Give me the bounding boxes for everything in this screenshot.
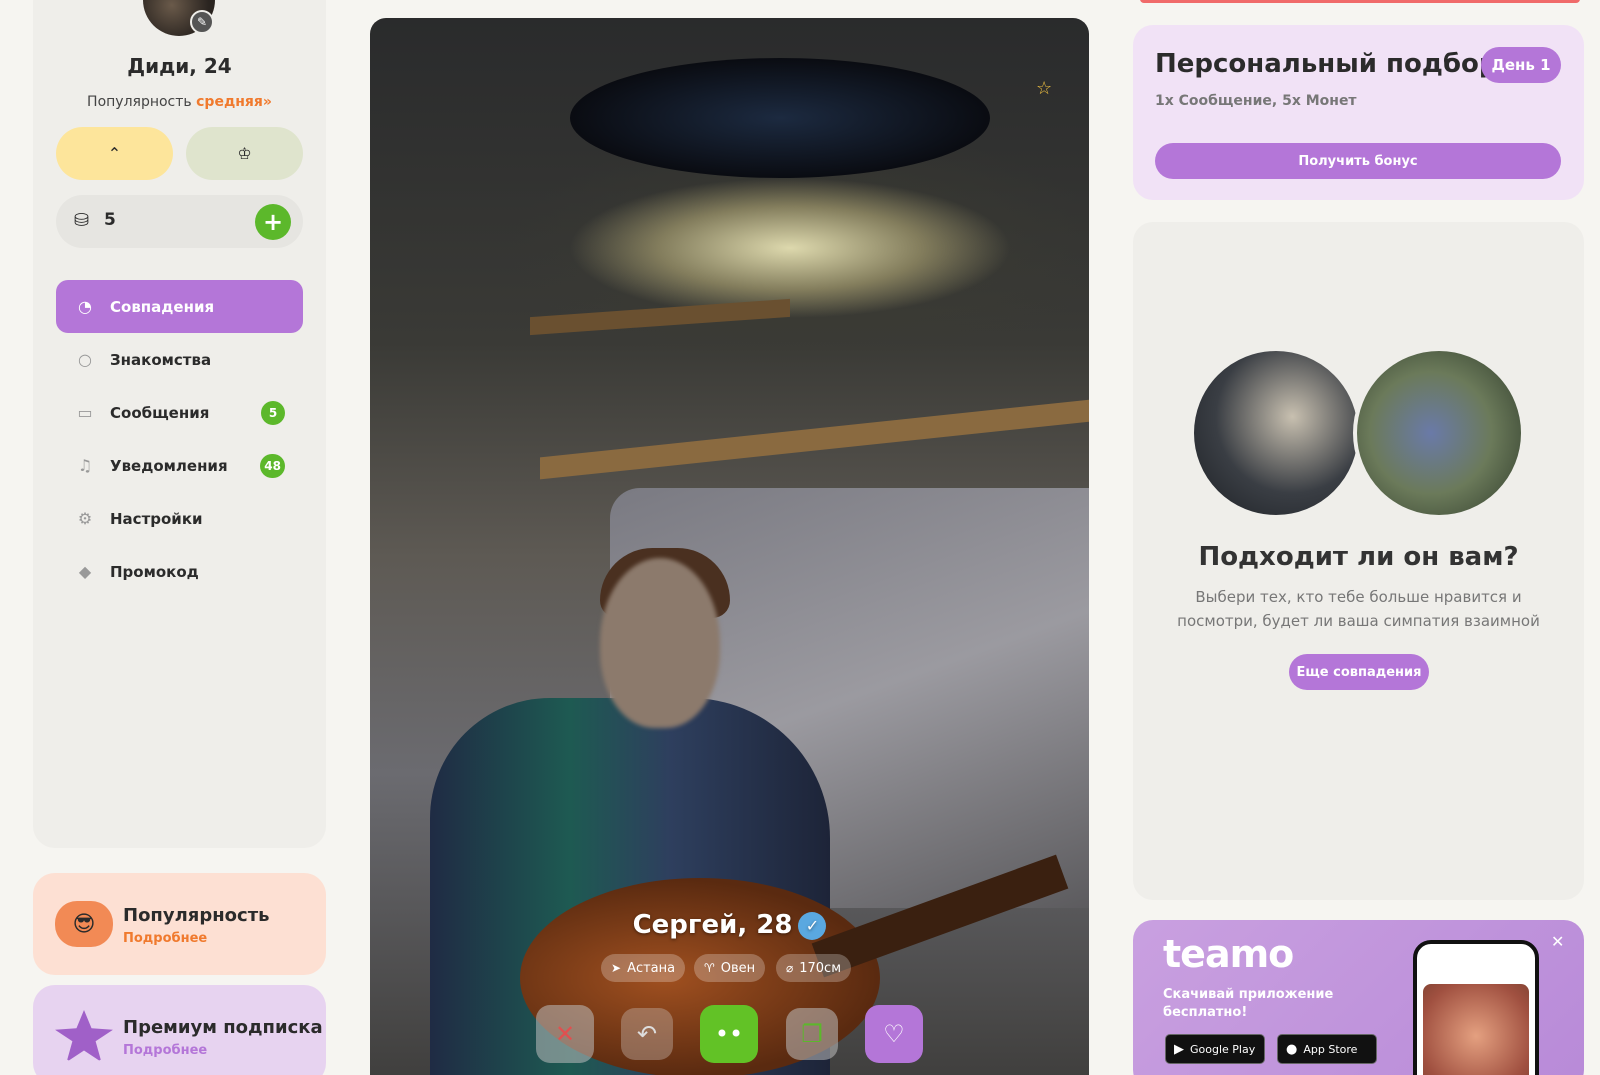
tag-label: Овен xyxy=(720,960,756,976)
get-bonus-button[interactable]: Получить бонус xyxy=(1155,143,1561,179)
profile-name: Сергей, 28 xyxy=(632,910,793,940)
app-promo-text: Скачивай приложение бесплатно! xyxy=(1163,987,1334,1020)
promo-title: Премиум подписка xyxy=(123,1017,323,1038)
nav-item-notifications[interactable]: ♫ Уведомления 48 xyxy=(56,439,303,492)
nav-item-label: Знакомства xyxy=(110,350,212,369)
nav-item-label: Сообщения xyxy=(110,403,210,422)
bell-icon: ♫ xyxy=(77,456,93,475)
star-icon[interactable]: ☆ xyxy=(1036,78,1052,99)
message-button[interactable]: ❐ xyxy=(786,1008,838,1060)
matches-icon: ◔ xyxy=(78,297,92,316)
coins-icon: ⛁ xyxy=(74,210,90,231)
app-store-button[interactable]: ● App Store xyxy=(1277,1034,1377,1064)
store-label: Google Play xyxy=(1190,1042,1256,1056)
chat-icon: ❐ xyxy=(801,1020,823,1048)
nav-item-label: Уведомления xyxy=(110,456,228,475)
photo-detail xyxy=(540,398,1089,480)
heart-icon: ♡ xyxy=(883,1020,905,1048)
dislike-button[interactable]: ✕ xyxy=(536,1005,594,1063)
photo-detail xyxy=(570,58,990,178)
user-name: Диди, 24 xyxy=(127,54,232,78)
popularity-promo-card[interactable]: 😎 Популярность Подробнее xyxy=(33,873,326,975)
nav-item-matches[interactable]: ◔ Совпадения xyxy=(56,280,303,333)
tag-zodiac: ♈ Овен xyxy=(694,954,766,982)
star-mascot-icon xyxy=(55,1010,113,1062)
tag-label: 170см xyxy=(799,960,842,976)
aries-icon: ♈ xyxy=(704,961,715,975)
superlike-button[interactable]: •• xyxy=(700,1005,758,1063)
tag-height: ⌀ 170см xyxy=(776,954,852,982)
promo-more-link[interactable]: Подробнее xyxy=(123,931,207,946)
promo-more-link[interactable]: Подробнее xyxy=(123,1043,207,1058)
add-coins-button[interactable]: + xyxy=(255,204,291,240)
more-matches-button[interactable]: Еще совпадения xyxy=(1289,654,1429,690)
bonus-card: Персональный подбор День 1 1х Сообщение,… xyxy=(1133,25,1584,200)
popularity-label: Популярность xyxy=(87,94,192,110)
photo-detail xyxy=(530,298,790,336)
double-chevron-up-icon: ⌃ xyxy=(107,144,122,163)
notifications-badge: 48 xyxy=(260,454,285,478)
phone-mockup xyxy=(1413,940,1539,1075)
close-icon: ✕ xyxy=(554,1020,576,1048)
coins-count: 5 xyxy=(104,210,116,230)
match-title: Подходит ли он вам? xyxy=(1198,542,1519,572)
promo-title: Популярность xyxy=(123,905,270,926)
undo-button[interactable]: ↶ xyxy=(621,1008,673,1060)
undo-icon: ↶ xyxy=(636,1020,658,1048)
match-photo[interactable] xyxy=(1353,347,1525,519)
messages-icon: ▭ xyxy=(77,403,93,422)
like-button[interactable]: ♡ xyxy=(865,1005,923,1063)
close-icon[interactable]: ✕ xyxy=(1551,932,1564,951)
app-download-card: teamo Скачивай приложение бесплатно! ▶ Go… xyxy=(1133,920,1584,1075)
tag-city: ➤ Астана xyxy=(601,954,686,982)
nav-item-label: Настройки xyxy=(110,509,203,528)
apple-icon: ● xyxy=(1286,1041,1298,1057)
top-banner-strip xyxy=(1140,0,1580,3)
nav-item-promocode[interactable]: ◆ Промокод xyxy=(56,545,303,598)
profile-name-line: Сергей, 28 ✓ xyxy=(370,910,1089,940)
search-icon: ○ xyxy=(78,350,92,369)
verified-icon: ✓ xyxy=(798,911,827,940)
nav-item-settings[interactable]: ⚙ Настройки xyxy=(56,492,303,545)
tag-icon: ◆ xyxy=(78,562,92,581)
tag-label: Астана xyxy=(627,960,676,976)
nav-item-label: Промокод xyxy=(110,562,199,581)
teamo-logo: teamo xyxy=(1163,932,1294,976)
coins-balance: ⛁ 5 + xyxy=(56,195,303,248)
day-badge: День 1 xyxy=(1481,47,1561,83)
mascot-icon: 😎 xyxy=(55,901,113,947)
location-icon: ➤ xyxy=(611,961,622,975)
boost-button[interactable]: ⌃ xyxy=(56,127,173,180)
nav-item-label: Совпадения xyxy=(110,297,215,316)
match-suggestion-card: Подходит ли он вам? Выбери тех, кто тебе… xyxy=(1133,222,1584,900)
edit-avatar-icon[interactable]: ✎ xyxy=(190,10,214,34)
nav-item-dating[interactable]: ○ Знакомства xyxy=(56,333,303,386)
gear-icon: ⚙ xyxy=(77,509,93,528)
premium-promo-card[interactable]: Премиум подписка Подробнее xyxy=(33,985,326,1075)
popularity-level[interactable]: средняя xyxy=(196,94,263,110)
bonus-title: Персональный подбор xyxy=(1155,49,1498,79)
ruler-icon: ⌀ xyxy=(786,961,794,975)
match-text: Выбери тех, кто тебе больше нравится и п… xyxy=(1177,588,1540,630)
bonus-subtitle: 1х Сообщение, 5х Монет xyxy=(1155,93,1357,109)
premium-crown-button[interactable]: ♔ xyxy=(186,127,303,180)
photo-detail xyxy=(600,558,720,728)
match-photo[interactable] xyxy=(1190,347,1362,519)
crown-icon: ♔ xyxy=(237,144,252,163)
google-play-button[interactable]: ▶ Google Play xyxy=(1165,1034,1265,1064)
chevron-down-icon: » xyxy=(262,94,272,110)
store-label: App Store xyxy=(1303,1042,1358,1056)
phone-screen xyxy=(1423,984,1529,1075)
nav-item-messages[interactable]: ▭ Сообщения 5 xyxy=(56,386,303,439)
mascot-icon: •• xyxy=(714,1020,744,1048)
google-play-icon: ▶ xyxy=(1174,1041,1184,1057)
popularity-line[interactable]: Популярность средняя» xyxy=(33,94,326,110)
messages-badge: 5 xyxy=(261,401,285,425)
